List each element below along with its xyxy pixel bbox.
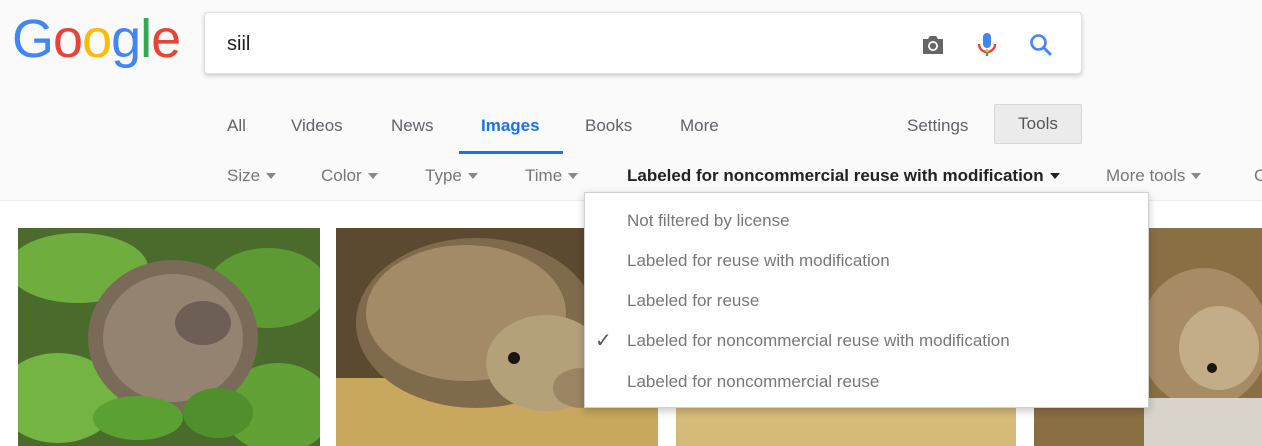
tools-button[interactable]: Tools bbox=[994, 104, 1082, 144]
search-icon[interactable] bbox=[1027, 31, 1055, 59]
size-filter-label: Size bbox=[227, 166, 261, 185]
menu-item-noncommercial-reuse[interactable]: Labeled for noncommercial reuse bbox=[627, 372, 879, 392]
logo-letter: e bbox=[151, 9, 181, 69]
license-dropdown-menu: Not filtered by license Labeled for reus… bbox=[584, 192, 1149, 408]
logo-letter: o bbox=[82, 9, 112, 69]
active-tab-indicator bbox=[459, 151, 563, 154]
caret-down-icon bbox=[1191, 172, 1202, 179]
clear-filter[interactable]: C bbox=[1254, 166, 1262, 186]
logo-letter: G bbox=[12, 9, 54, 69]
tab-news[interactable]: News bbox=[391, 116, 434, 136]
caret-down-icon bbox=[367, 172, 378, 179]
logo-letter: o bbox=[53, 9, 83, 69]
tab-videos[interactable]: Videos bbox=[291, 116, 343, 136]
color-filter[interactable]: Color bbox=[321, 166, 378, 186]
time-filter[interactable]: Time bbox=[525, 166, 579, 186]
menu-item-reuse-with-modification[interactable]: Labeled for reuse with modification bbox=[627, 251, 890, 271]
time-filter-label: Time bbox=[525, 166, 563, 185]
camera-icon[interactable] bbox=[919, 31, 947, 59]
more-tools-filter[interactable]: More tools bbox=[1106, 166, 1202, 186]
settings-link[interactable]: Settings bbox=[907, 116, 968, 136]
search-input[interactable]: siil bbox=[227, 33, 250, 56]
checkmark-icon: ✓ bbox=[595, 330, 612, 352]
menu-item-noncommercial-reuse-with-modification[interactable]: Labeled for noncommercial reuse with mod… bbox=[627, 331, 1010, 351]
caret-down-icon bbox=[568, 172, 579, 179]
tab-books[interactable]: Books bbox=[585, 116, 632, 136]
license-filter[interactable]: Labeled for noncommercial reuse with mod… bbox=[627, 166, 1060, 186]
logo-letter: l bbox=[140, 9, 152, 69]
google-logo[interactable]: Google bbox=[12, 9, 181, 69]
tab-more[interactable]: More bbox=[680, 116, 719, 136]
search-box[interactable]: siil bbox=[204, 12, 1082, 74]
tab-images[interactable]: Images bbox=[481, 116, 540, 136]
caret-down-icon bbox=[266, 172, 277, 179]
tab-all[interactable]: All bbox=[227, 116, 246, 136]
color-filter-label: Color bbox=[321, 166, 362, 185]
menu-item-not-filtered[interactable]: Not filtered by license bbox=[627, 211, 790, 231]
more-tools-label: More tools bbox=[1106, 166, 1186, 185]
type-filter-label: Type bbox=[425, 166, 462, 185]
image-result[interactable] bbox=[18, 228, 320, 446]
microphone-icon[interactable] bbox=[973, 31, 1001, 59]
logo-letter: g bbox=[111, 9, 141, 69]
menu-item-reuse[interactable]: Labeled for reuse bbox=[627, 291, 759, 311]
caret-down-icon bbox=[1049, 172, 1060, 179]
type-filter[interactable]: Type bbox=[425, 166, 478, 186]
license-filter-label: Labeled for noncommercial reuse with mod… bbox=[627, 166, 1044, 185]
size-filter[interactable]: Size bbox=[227, 166, 277, 186]
caret-down-icon bbox=[467, 172, 478, 179]
